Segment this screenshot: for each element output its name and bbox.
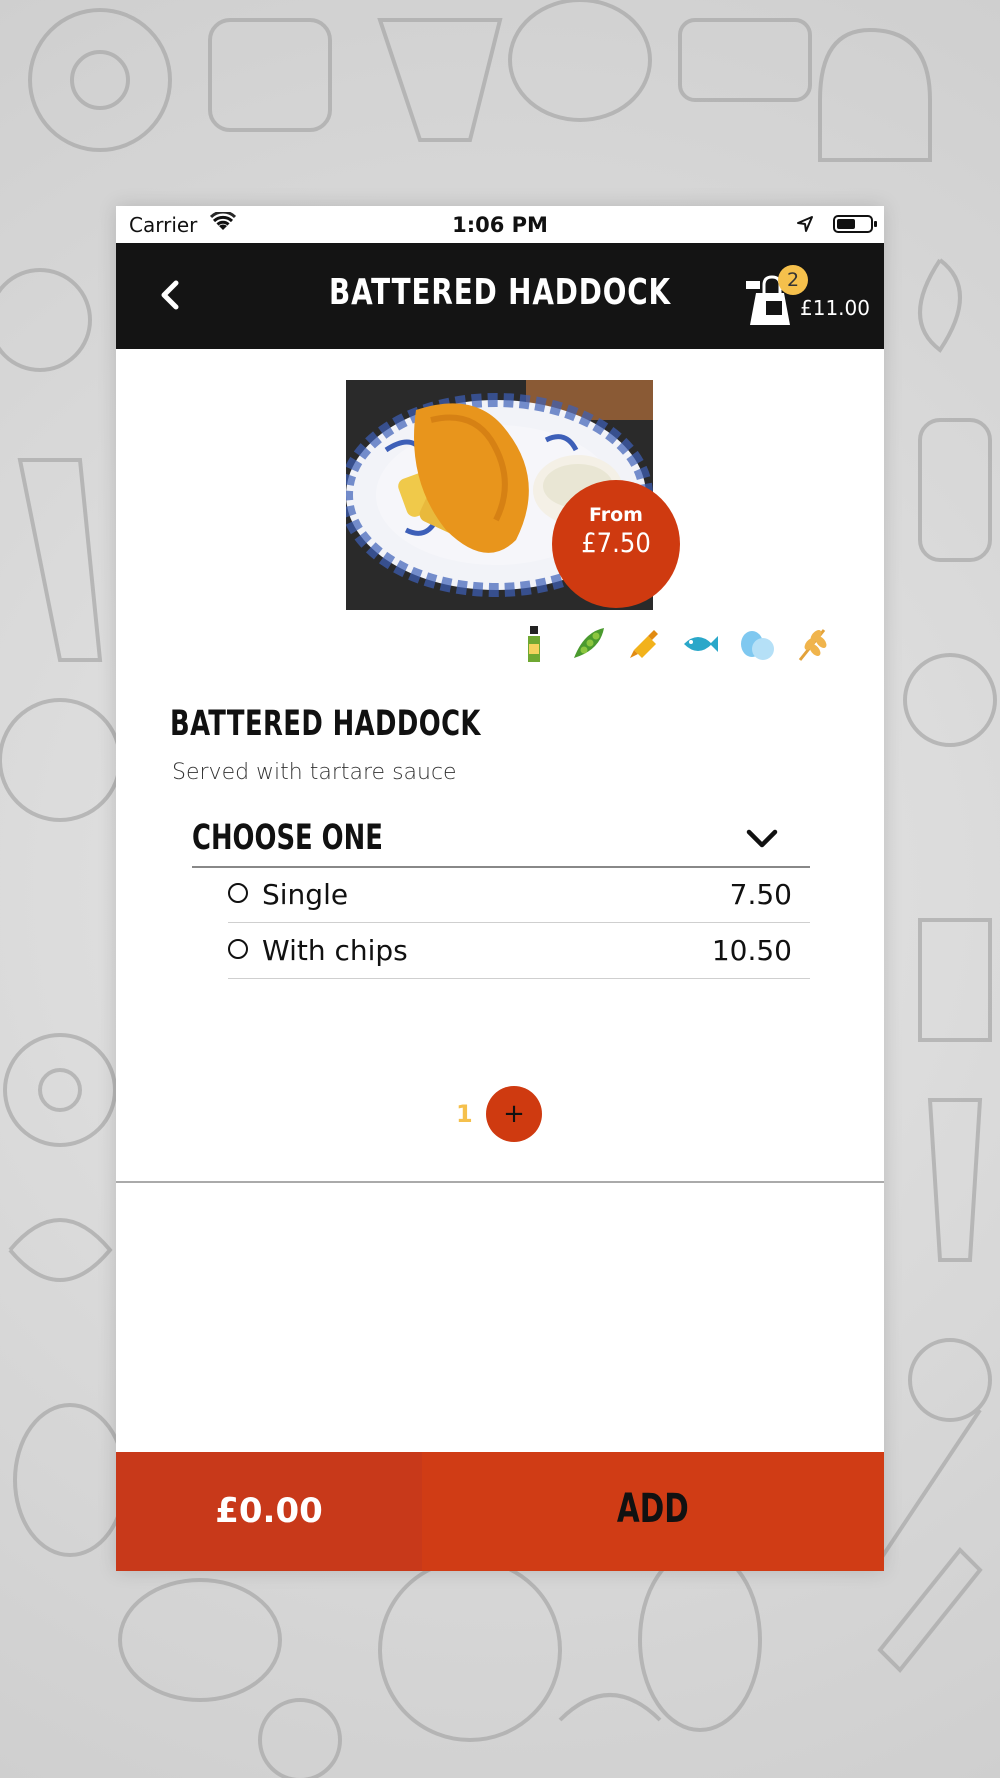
gluten-icon: [794, 624, 832, 664]
mustard-icon: [626, 624, 664, 664]
cart-total: £11.00: [800, 296, 870, 320]
quantity-stepper: 1 +: [456, 1086, 616, 1142]
option-price: 7.50: [729, 878, 792, 911]
add-to-cart-button[interactable]: ADD: [422, 1452, 884, 1571]
increment-button[interactable]: +: [486, 1086, 542, 1142]
location-arrow-icon: [796, 214, 814, 238]
price-from-label: From: [589, 504, 643, 526]
top-navigation-bar: BATTERED HADDOCK 2 £11.00: [116, 243, 884, 349]
battery-icon: [833, 215, 877, 233]
cart-count-badge: 2: [778, 265, 808, 295]
option-group-label: CHOOSE ONE: [192, 818, 383, 858]
clock: 1:06 PM: [452, 213, 548, 237]
status-bar: Carrier 1:06 PM: [116, 206, 884, 243]
price-from-value: £7.50: [581, 528, 651, 559]
cart-button[interactable]: 2 £11.00: [744, 257, 884, 337]
divider: [116, 1181, 884, 1183]
product-title: BATTERED HADDOCK: [170, 704, 481, 744]
page-title: BATTERED HADDOCK: [328, 272, 672, 313]
soya-icon: [570, 624, 608, 664]
app-screen: Carrier 1:06 PM BATTERED HADDOCK 2 £11.0…: [116, 206, 884, 1571]
order-total: £0.00: [116, 1452, 422, 1571]
bottom-action-bar: £0.00 ADD: [116, 1452, 884, 1571]
option-with-chips[interactable]: With chips 10.50: [228, 924, 810, 979]
radio-button[interactable]: [228, 939, 248, 959]
price-from-badge: From £7.50: [552, 480, 680, 608]
option-name: Single: [262, 878, 349, 911]
fish-icon: [682, 624, 720, 664]
eggs-icon: [738, 624, 776, 664]
celery-icon: [516, 624, 554, 664]
option-price: 10.50: [711, 934, 792, 967]
option-group-header[interactable]: CHOOSE ONE: [192, 810, 810, 868]
option-name: With chips: [262, 934, 408, 967]
product-description: Served with tartare sauce: [172, 760, 457, 785]
chevron-down-icon: [746, 829, 778, 848]
option-single[interactable]: Single 7.50: [228, 868, 810, 923]
add-button-label: ADD: [617, 1486, 689, 1532]
radio-button[interactable]: [228, 883, 248, 903]
quantity-value: 1: [456, 1100, 473, 1128]
